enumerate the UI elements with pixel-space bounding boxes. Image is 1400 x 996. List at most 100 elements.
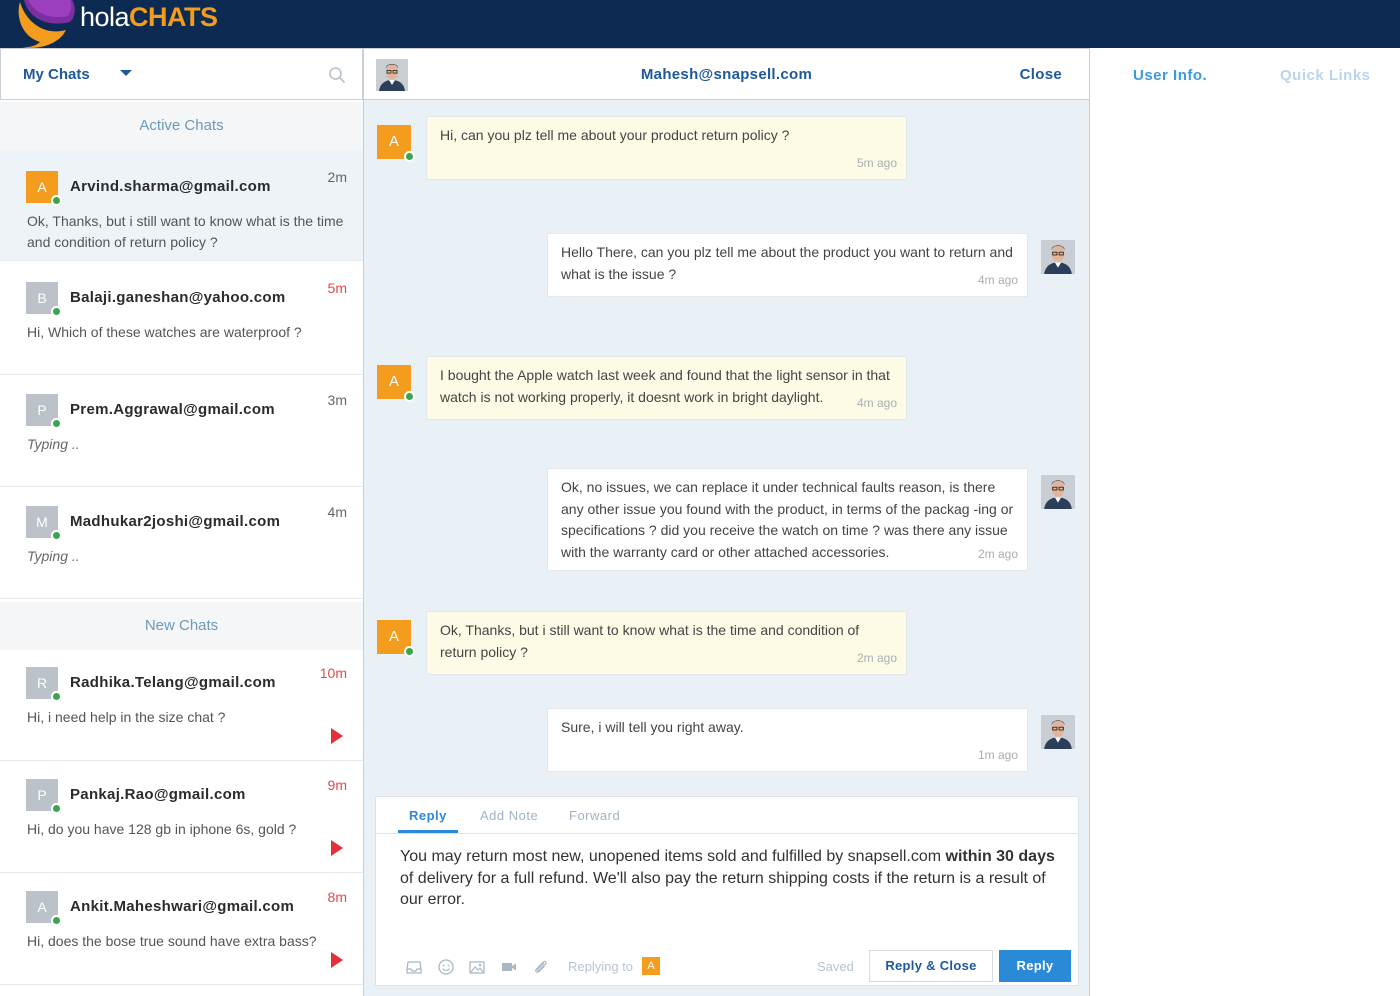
message-bubble-customer: Ok, Thanks, but i still want to know wha… [426, 611, 907, 675]
chat-preview: Typing .. [27, 548, 80, 564]
avatar-initial: P [37, 402, 47, 418]
play-arrow-icon[interactable] [331, 728, 343, 744]
tab-add-note[interactable]: Add Note [480, 808, 538, 823]
reply-text-part: of delivery for a full refund. We'll als… [400, 869, 1046, 909]
message-text: Hi, can you plz tell me about your produ… [440, 127, 790, 143]
replying-to-avatar: A [642, 957, 660, 975]
chat-time: 4m [327, 504, 347, 520]
conversation-header: Mahesh@snapsell.com Close [364, 48, 1089, 100]
customer-avatar: A [377, 125, 415, 162]
chat-preview: Hi, does the bose true sound have extra … [27, 933, 317, 949]
reply-text-part: You may return most new, unopened items … [400, 848, 946, 865]
saved-status: Saved [817, 959, 854, 974]
avatar: M [26, 506, 62, 541]
chat-time: 2m [327, 169, 347, 185]
active-chats-heading: Active Chats [0, 102, 363, 150]
message-bubble-agent: Sure, i will tell you right away. 1m ago [547, 708, 1028, 772]
avatar: P [26, 394, 62, 429]
attachment-icon[interactable] [532, 958, 550, 976]
customer-avatar: A [377, 365, 415, 402]
chat-list-item[interactable]: M Madhukar2joshi@gmail.com 4m Typing .. [0, 488, 363, 599]
replying-to-label: Replying to [568, 959, 634, 974]
reply-button[interactable]: Reply [999, 950, 1071, 982]
chat-email: Ankit.Maheshwari@gmail.com [70, 898, 295, 915]
composer-toolbar: Replying to A Saved Reply & Close Reply [376, 947, 1078, 985]
chat-list-item[interactable]: B Balaji.ganeshan@yahoo.com 5m Hi, Which… [0, 264, 363, 375]
message-bubble-customer: Hi, can you plz tell me about your produ… [426, 116, 907, 180]
chat-email: Prem.Aggrawal@gmail.com [70, 401, 275, 418]
message-text: Ok, Thanks, but i still want to know wha… [440, 622, 860, 660]
conversation-email: Mahesh@snapsell.com [640, 66, 813, 83]
my-chats-dropdown[interactable]: My Chats [23, 66, 90, 83]
search-icon[interactable] [328, 66, 346, 84]
online-status-icon [51, 306, 62, 317]
image-icon[interactable] [468, 958, 486, 976]
message-text: Ok, no issues, we can replace it under t… [561, 479, 1014, 560]
chat-preview: Hi, i need help in the size chat ? [27, 709, 226, 725]
brand-part-hola: hola [80, 2, 130, 32]
chat-time: 9m [327, 777, 347, 793]
chat-email: Balaji.ganeshan@yahoo.com [70, 289, 286, 306]
online-status-icon [51, 530, 62, 541]
message-bubble-agent: Ok, no issues, we can replace it under t… [547, 468, 1028, 571]
chat-email: Arvind.sharma@gmail.com [70, 178, 271, 195]
chat-email: Madhukar2joshi@gmail.com [70, 513, 281, 530]
online-status-icon [404, 151, 415, 162]
chat-list-item[interactable]: P Prem.Aggrawal@gmail.com 3m Typing .. [0, 376, 363, 487]
chat-list-item[interactable]: A Ankit.Maheshwari@gmail.com 8m Hi, does… [0, 874, 363, 985]
chat-list-item[interactable]: P Pankaj.Rao@gmail.com 9m Hi, do you hav… [0, 762, 363, 873]
conversation-panel: Mahesh@snapsell.com Close A Hi, can you … [363, 48, 1090, 996]
brand-part-chats: CHATS [129, 2, 218, 32]
chat-bubble-logo-icon [18, 0, 75, 48]
play-arrow-icon[interactable] [331, 840, 343, 856]
chat-preview: Ok, Thanks, but i still want to know wha… [27, 213, 344, 250]
avatar: B [26, 282, 62, 317]
chat-time: 5m [327, 280, 347, 296]
message-time: 4m ago [977, 272, 1018, 287]
online-status-icon [404, 646, 415, 657]
avatar-initial: M [36, 514, 48, 530]
message-bubble-agent: Hello There, can you plz tell me about t… [547, 233, 1028, 297]
top-bar: holaCHATS [0, 0, 1400, 48]
avatar-initial: A [388, 373, 399, 390]
tab-quick-links[interactable]: Quick Links [1280, 67, 1371, 84]
message-time: 4m ago [856, 395, 897, 410]
chat-preview: Typing .. [27, 436, 80, 452]
tab-user-info[interactable]: User Info. [1133, 67, 1207, 84]
chat-time: 8m [327, 889, 347, 905]
video-icon[interactable] [500, 958, 518, 976]
close-button[interactable]: Close [1020, 66, 1062, 83]
avatar-initial: A [388, 133, 399, 150]
avatar-initial: A [37, 179, 47, 195]
emoji-icon[interactable] [437, 958, 455, 976]
new-chats-heading: New Chats [0, 602, 363, 650]
agent-photo-avatar [1041, 715, 1075, 749]
online-status-icon [51, 803, 62, 814]
brand-name: holaCHATS [80, 2, 218, 32]
chat-list-item[interactable]: A Arvind.sharma@gmail.com 2m Ok, Thanks,… [0, 150, 363, 261]
message-time: 5m ago [856, 155, 897, 170]
chat-email: Pankaj.Rao@gmail.com [70, 786, 246, 803]
avatar-initial: B [37, 290, 47, 306]
chat-preview: Hi, do you have 128 gb in iphone 6s, gol… [27, 821, 297, 837]
message-time: 2m ago [856, 650, 897, 665]
chat-preview: Hi, Which of these watches are waterproo… [27, 324, 302, 340]
play-arrow-icon[interactable] [331, 952, 343, 968]
reply-and-close-button[interactable]: Reply & Close [869, 950, 993, 982]
inbox-icon[interactable] [405, 958, 423, 976]
chat-time: 3m [327, 392, 347, 408]
avatar-initial: P [37, 787, 47, 803]
online-status-icon [51, 691, 62, 702]
chat-list-item[interactable]: R Radhika.Telang@gmail.com 10m Hi, i nee… [0, 650, 363, 761]
tab-reply[interactable]: Reply [409, 808, 447, 823]
avatar-initial: R [36, 675, 48, 691]
avatar: R [26, 667, 62, 702]
message-time: 2m ago [977, 546, 1018, 561]
chevron-down-icon[interactable] [120, 70, 132, 76]
message-bubble-customer: I bought the Apple watch last week and f… [426, 356, 907, 420]
reply-composer: Reply Add Note Forward You may return mo… [375, 796, 1079, 986]
reply-textarea[interactable]: You may return most new, unopened items … [400, 846, 1060, 911]
avatar: P [26, 779, 62, 814]
avatar-initial: A [37, 899, 47, 915]
tab-forward[interactable]: Forward [569, 808, 620, 823]
